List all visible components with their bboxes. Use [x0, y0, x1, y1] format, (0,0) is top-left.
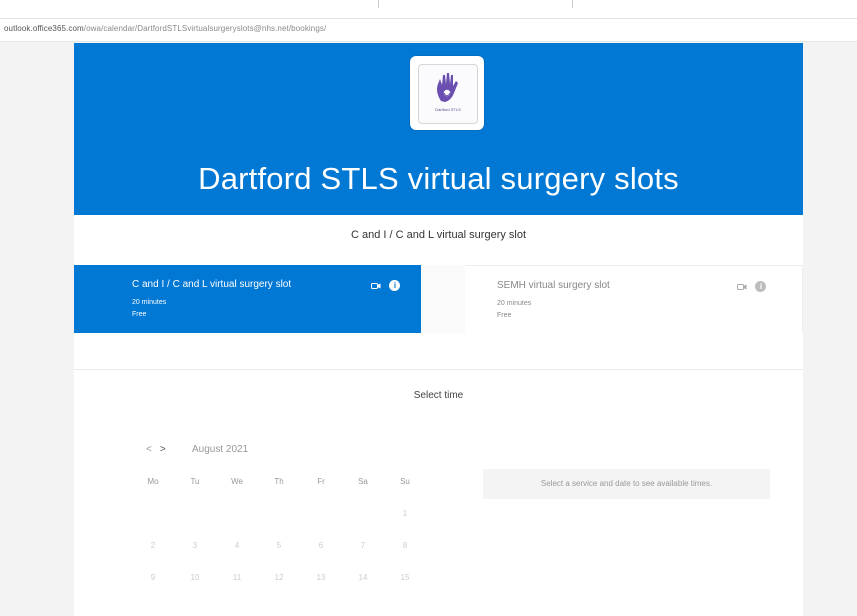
calendar-day[interactable]: 8 [384, 541, 426, 550]
card-spacer [421, 265, 465, 333]
service-duration: 20 minutes [132, 299, 167, 306]
video-camera-icon [737, 283, 747, 290]
select-time-heading: Select time [413, 390, 464, 401]
info-icon[interactable]: i [389, 280, 401, 292]
weekday-label: Mo [147, 477, 159, 486]
calendar-day[interactable]: 13 [300, 573, 342, 582]
weekday-label: Tu [190, 477, 200, 486]
weekday-label: Fr [317, 477, 325, 486]
page-title: Dartford STLS virtual surgery slots [198, 161, 679, 196]
weekday-label: We [231, 477, 243, 486]
calendar-day[interactable]: 4 [216, 541, 258, 550]
address-bar[interactable]: outlook.office365.com/owa/calendar/Dartf… [0, 19, 857, 42]
calendar-day[interactable]: 2 [132, 541, 174, 550]
calendar-week-row: 2 3 4 5 6 7 8 [132, 541, 426, 573]
tab-divider [572, 0, 573, 8]
calendar-day[interactable]: 6 [300, 541, 342, 550]
calendar-day[interactable]: 3 [174, 541, 216, 550]
next-month-button[interactable]: > [160, 444, 166, 455]
selected-service-heading: C and I / C and L virtual surgery slot [350, 229, 527, 241]
logo-caption: Dartford STLS [435, 107, 461, 112]
weekday-label: Sa [358, 477, 368, 486]
calendar-week-row: 1 [132, 509, 426, 541]
url-host: outlook.office365.com [4, 24, 84, 33]
service-price: Free [132, 311, 147, 318]
header-banner: Dartford STLS Dartford STLS virtual surg… [74, 43, 803, 215]
service-name: SEMH virtual surgery slot [497, 280, 610, 291]
calendar-day[interactable]: 10 [174, 573, 216, 582]
calendar-day[interactable]: 14 [342, 573, 384, 582]
service-card-semh[interactable]: SEMH virtual surgery slot 20 minutes Fre… [465, 265, 803, 333]
browser-tab-strip [0, 0, 857, 19]
service-name: C and I / C and L virtual surgery slot [132, 279, 292, 290]
logo-frame: Dartford STLS [418, 64, 478, 124]
service-duration: 20 minutes [497, 300, 532, 307]
available-times-placeholder: Select a service and date to see availab… [483, 469, 770, 499]
hand-logo-icon [437, 73, 458, 102]
calendar-day[interactable]: 15 [384, 573, 426, 582]
url-path: /owa/calendar/DartfordSTLSvirtualsurgery… [83, 24, 327, 33]
service-price: Free [497, 312, 512, 319]
calendar-week-row: 9 10 11 12 13 14 15 [132, 573, 426, 605]
info-icon[interactable]: i [755, 281, 767, 293]
service-card-c-and-i[interactable]: C and I / C and L virtual surgery slot 2… [74, 265, 421, 333]
calendar-day[interactable]: 7 [342, 541, 384, 550]
calendar-month-label: August 2021 [192, 444, 249, 455]
calendar-day[interactable]: 1 [384, 509, 426, 518]
calendar-day[interactable]: 12 [258, 573, 300, 582]
tab-divider [378, 0, 459, 8]
calendar-grid: Mo Tu We Th Fr Sa Su 1 2 3 4 5 6 7 8 9 1… [132, 477, 426, 605]
business-logo: Dartford STLS [410, 56, 484, 130]
calendar-day[interactable]: 5 [258, 541, 300, 550]
booking-page: Dartford STLS Dartford STLS virtual surg… [74, 43, 803, 616]
calendar-day[interactable]: 11 [216, 573, 258, 582]
calendar-day[interactable]: 9 [132, 573, 174, 582]
weekday-label: Th [274, 477, 284, 486]
previous-month-button[interactable]: < [146, 444, 152, 455]
weekday-label: Su [400, 477, 410, 486]
month-navigation: < > [146, 444, 174, 455]
url-text[interactable]: outlook.office365.com/owa/calendar/Dartf… [4, 24, 326, 33]
weekday-header-row: Mo Tu We Th Fr Sa Su [132, 477, 426, 509]
video-camera-icon [371, 282, 381, 289]
section-divider [74, 369, 803, 370]
